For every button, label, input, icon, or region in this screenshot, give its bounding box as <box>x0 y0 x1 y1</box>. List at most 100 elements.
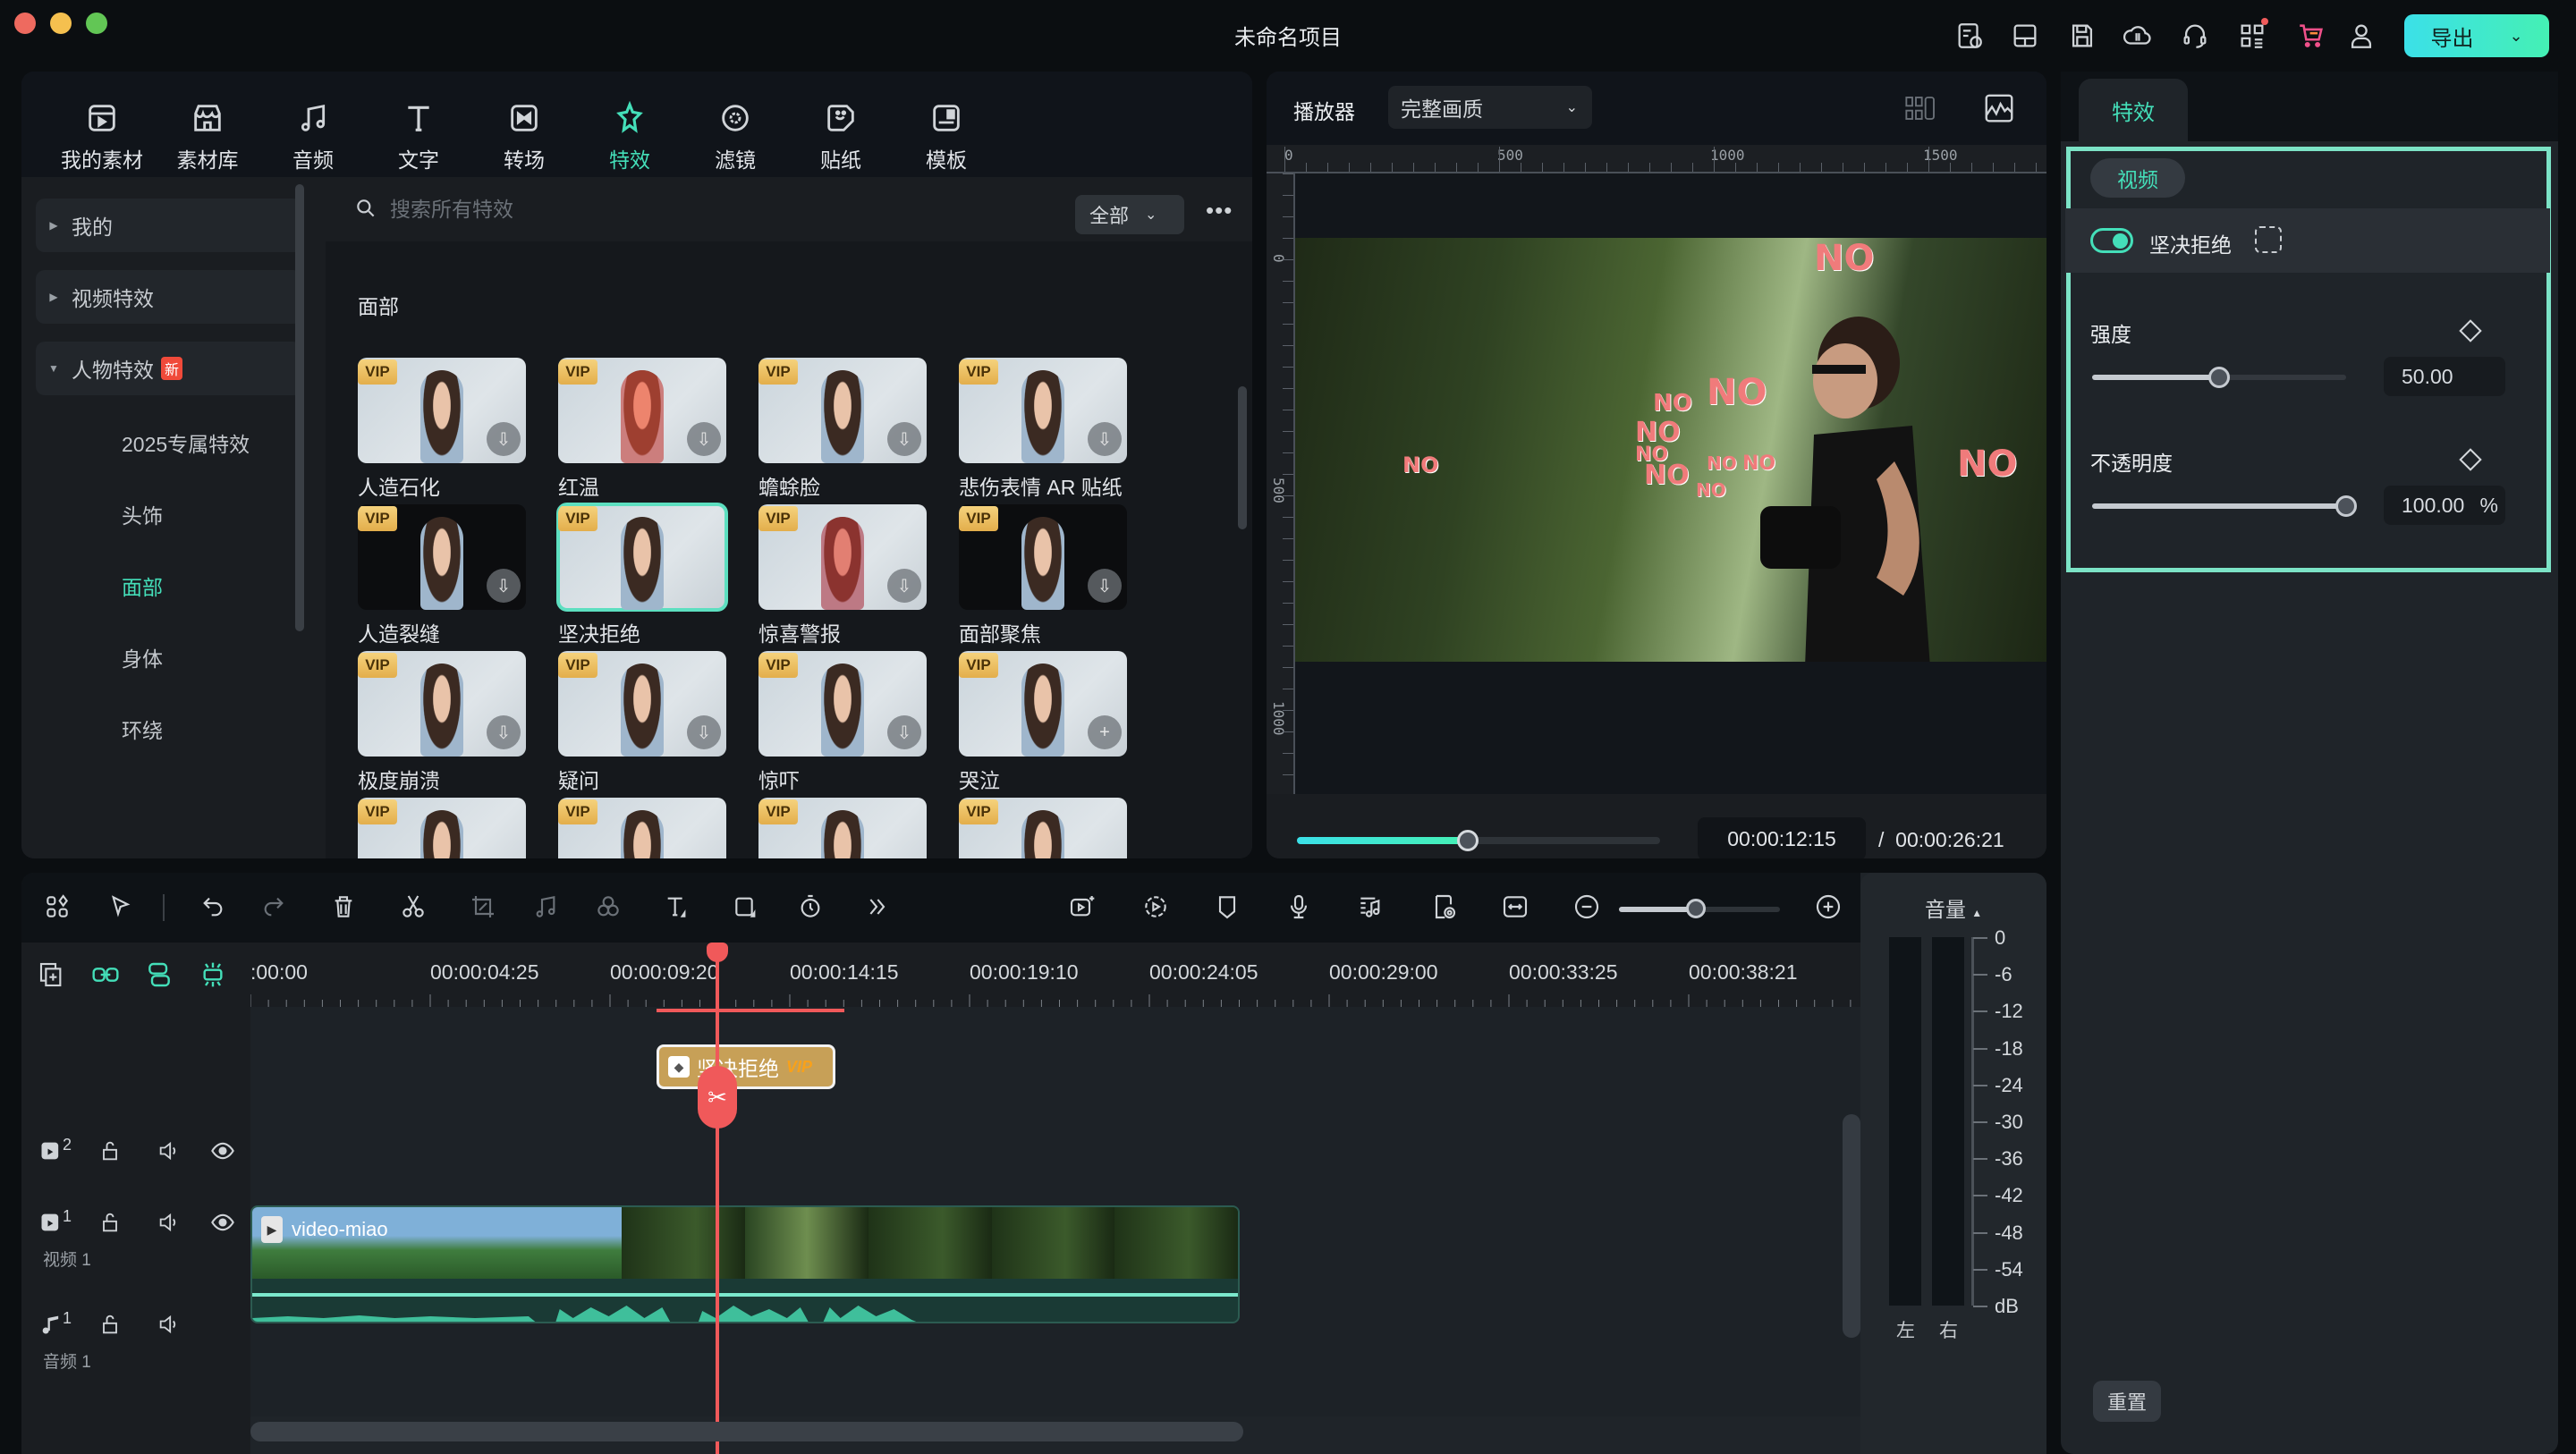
sidebar-item-headwear[interactable]: 头饰 <box>122 499 163 529</box>
effect-card[interactable]: VIP ⇩ 惊喜警报 <box>758 504 927 647</box>
playback-progress-bar[interactable] <box>1297 830 1660 851</box>
effect-thumbnail[interactable]: VIP⇩ <box>358 651 526 757</box>
download-icon[interactable]: ⇩ <box>887 422 921 456</box>
current-time-display[interactable]: 00:00:12:15 <box>1698 817 1866 858</box>
effect-card[interactable]: VIP ⇩ 人造石化 <box>358 358 526 501</box>
tab-transition[interactable]: 转场 <box>479 98 569 173</box>
cut-icon[interactable] <box>395 889 431 925</box>
effect-thumbnail[interactable]: VIP⇩ <box>358 358 526 463</box>
effect-thumbnail[interactable]: VIP⇩ <box>959 504 1127 610</box>
sidebar-item-2025[interactable]: 2025专属特效 <box>122 427 250 458</box>
effect-card[interactable]: VIP⇩ <box>959 798 1127 858</box>
download-icon[interactable]: ⇩ <box>487 715 521 749</box>
download-icon[interactable]: ⇩ <box>687 422 721 456</box>
shape-icon[interactable] <box>728 889 764 925</box>
effect-card[interactable]: VIP ⇩ 极度崩溃 <box>358 651 526 794</box>
speaker-icon[interactable] <box>156 1311 182 1338</box>
tab-audio[interactable]: 音频 <box>268 98 358 173</box>
export-button[interactable]: 导出 ⌄ <box>2404 14 2549 57</box>
effect-thumbnail[interactable]: VIP <box>556 503 728 612</box>
effect-card[interactable]: VIP⇩ <box>558 798 726 858</box>
progress-knob[interactable] <box>1456 830 1479 851</box>
effect-card[interactable]: VIP ⇩ 人造裂缝 <box>358 504 526 647</box>
tab-effects[interactable]: 特效 <box>585 98 674 173</box>
cloud-sync-icon[interactable] <box>2122 20 2154 52</box>
video-clip[interactable]: ▶ video-miao <box>250 1205 1240 1323</box>
delete-icon[interactable] <box>326 889 361 925</box>
volume-meter-title[interactable]: 音量 ▲ <box>1860 892 2046 923</box>
effect-card[interactable]: VIP ⇩ 疑问 <box>558 651 726 794</box>
sidebar-item-surround[interactable]: 环绕 <box>122 714 163 744</box>
speaker-icon[interactable] <box>156 1209 182 1236</box>
link-icon[interactable] <box>91 960 120 993</box>
tab-stock-library[interactable]: 素材库 <box>163 98 252 173</box>
timeline-horizontal-scrollbar[interactable] <box>250 1422 1243 1441</box>
timeline-ruler[interactable]: :00:00 00:00:04:25 00:00:09:20 00:00:14:15 0… <box>21 943 1860 1007</box>
cart-icon[interactable] <box>2295 20 2327 52</box>
marker-icon[interactable] <box>1209 889 1245 925</box>
speaker-icon[interactable] <box>156 1137 182 1164</box>
effect-card[interactable]: VIP⇩ <box>758 798 927 858</box>
effect-thumbnail[interactable]: VIP⇩ <box>959 798 1127 858</box>
chevron-down-icon[interactable]: ⌄ <box>2509 27 2522 46</box>
auto-play-icon[interactable] <box>1138 889 1174 925</box>
sidebar-group-people-effects[interactable]: ▼ 人物特效新 <box>36 342 302 395</box>
audio-edit-icon[interactable] <box>528 889 564 925</box>
effect-card[interactable]: VIP ⇩ 红温 <box>558 358 726 501</box>
undo-icon[interactable] <box>195 889 231 925</box>
text-tool-icon[interactable] <box>658 889 694 925</box>
effect-thumbnail[interactable]: VIP⇩ <box>358 504 526 610</box>
effect-thumbnail[interactable]: VIP⇩ <box>758 651 927 757</box>
tab-my-media[interactable]: 我的素材 <box>57 98 147 173</box>
timeline-zoom-slider[interactable] <box>1619 899 1780 918</box>
sidebar-group-video-effects[interactable]: ▶ 视频特效 <box>36 270 302 324</box>
record-voice-icon[interactable] <box>1281 889 1317 925</box>
split-scissors-button[interactable]: ✂ <box>698 1066 737 1129</box>
effect-card[interactable]: VIP ⇩ 蟾蜍脸 <box>758 358 927 501</box>
volume-line[interactable] <box>252 1293 1238 1297</box>
effect-thumbnail[interactable]: VIP⇩ <box>758 504 927 610</box>
keyframe-diamond-icon[interactable] <box>2459 319 2482 342</box>
speed-icon[interactable] <box>792 889 828 925</box>
effect-thumbnail[interactable]: VIP⇩ <box>558 798 726 858</box>
lock-icon[interactable] <box>97 1311 123 1338</box>
add-track-icon[interactable] <box>38 960 66 993</box>
download-icon[interactable]: ⇩ <box>487 422 521 456</box>
effect-thumbnail[interactable]: VIP + <box>959 651 1127 757</box>
more-tools-icon[interactable] <box>859 889 894 925</box>
reset-button[interactable]: 重置 <box>2093 1381 2161 1422</box>
waveform-scope-icon[interactable] <box>1982 91 2016 130</box>
redo-icon[interactable] <box>256 889 292 925</box>
download-icon[interactable]: ⇩ <box>887 569 921 603</box>
layout-icon[interactable] <box>2009 20 2041 52</box>
download-icon[interactable]: ⇩ <box>1088 422 1122 456</box>
tab-template[interactable]: 模板 <box>902 98 991 173</box>
sidebar-scrollbar[interactable] <box>295 184 304 631</box>
effect-card[interactable]: VIP ⇩ 悲伤表情 AR 贴纸 <box>959 358 1127 501</box>
fit-icon[interactable] <box>1497 889 1533 925</box>
effect-card[interactable]: VIP ⇩ 惊吓 <box>758 651 927 794</box>
opacity-value-field[interactable]: 100.00% <box>2384 486 2505 525</box>
user-account-icon[interactable] <box>2345 20 2377 52</box>
snap-icon[interactable] <box>199 960 227 993</box>
project-history-icon[interactable] <box>1953 20 1986 52</box>
slider-knob[interactable] <box>2335 495 2357 517</box>
tab-sticker[interactable]: 贴纸 <box>796 98 886 173</box>
download-icon[interactable]: ⇩ <box>687 715 721 749</box>
download-icon[interactable]: ⇩ <box>1088 569 1122 603</box>
effect-card[interactable]: VIP ⇩ 面部聚焦 <box>959 504 1127 647</box>
effect-thumbnail[interactable]: VIP⇩ <box>358 798 526 858</box>
section-video-pill[interactable]: 视频 <box>2090 158 2185 198</box>
eye-icon[interactable] <box>209 1209 236 1236</box>
grid-view-icon[interactable] <box>1905 95 1941 126</box>
save-icon[interactable] <box>2066 20 2098 52</box>
video-preview-frame[interactable]: NO NO NO NO NO NO NO NO NO NO NO <box>1295 238 2046 662</box>
gallery-scrollbar[interactable] <box>1238 386 1247 529</box>
timeline-vertical-scrollbar[interactable] <box>1843 1114 1860 1338</box>
layout-icon[interactable] <box>39 889 75 925</box>
strength-value-field[interactable]: 50.00 <box>2384 357 2505 396</box>
sidebar-item-body[interactable]: 身体 <box>122 642 163 672</box>
audio-mix-icon[interactable] <box>1352 889 1388 925</box>
zoom-out-icon[interactable] <box>1569 889 1605 925</box>
effect-clip[interactable]: ◆ 坚决拒绝 VIP <box>657 1044 835 1089</box>
